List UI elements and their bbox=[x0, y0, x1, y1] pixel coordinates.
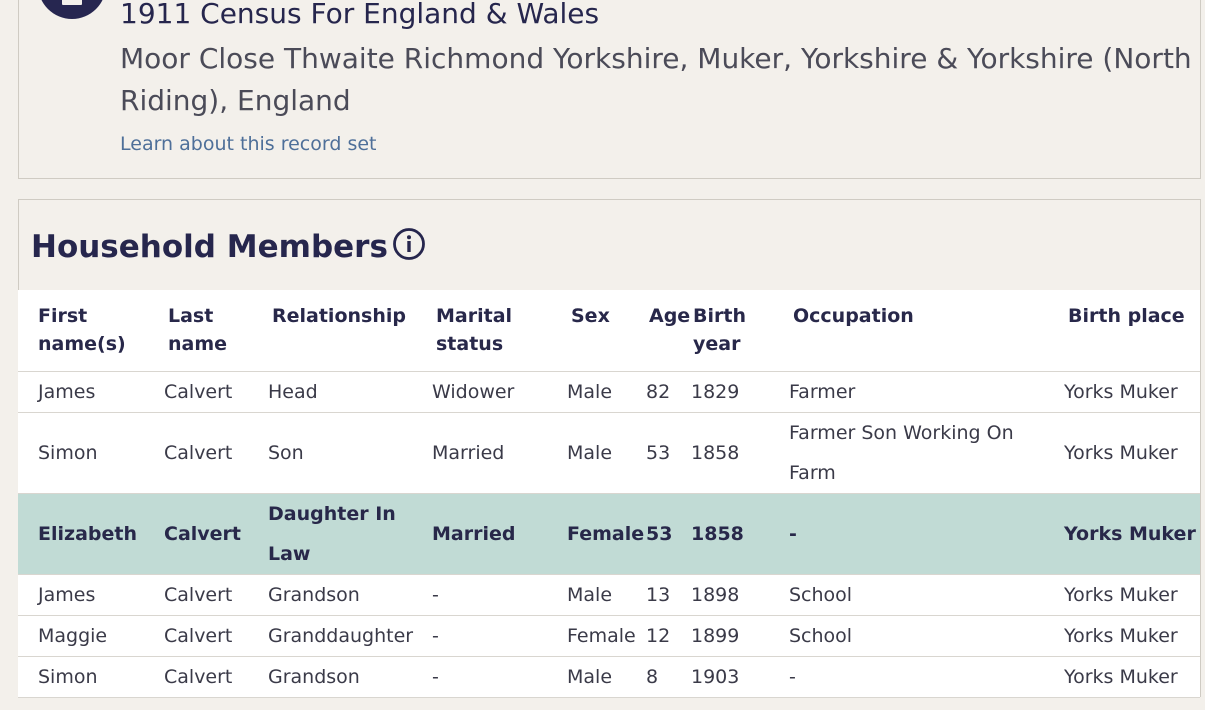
table-row[interactable]: Simon Calvert Grandson - Male 8 1903 - Y… bbox=[18, 656, 1200, 698]
cell-relationship: Grandson bbox=[268, 574, 432, 616]
cell-occupation: School bbox=[789, 574, 1064, 616]
household-members-title: Household Members bbox=[31, 229, 388, 265]
cell-age: 8 bbox=[646, 656, 691, 698]
column-header-sex: Sex bbox=[567, 290, 646, 372]
household-members-table-wrapper: First name(s) Last name Relationship Mar… bbox=[18, 290, 1200, 698]
cell-age: 13 bbox=[646, 574, 691, 616]
cell-marital-status: - bbox=[432, 615, 567, 657]
cell-relationship: Daughter In Law bbox=[268, 493, 432, 575]
cell-marital-status: - bbox=[432, 574, 567, 616]
column-header-marital-status: Marital status bbox=[432, 290, 567, 372]
cell-sex: Male bbox=[567, 371, 646, 413]
column-header-birth-place: Birth place bbox=[1064, 290, 1200, 372]
cell-marital-status: - bbox=[432, 656, 567, 698]
column-header-birth-year: Birth year bbox=[691, 290, 789, 372]
table-header-row: First name(s) Last name Relationship Mar… bbox=[18, 290, 1200, 372]
cell-sex: Female bbox=[567, 493, 646, 575]
cell-first-name: Simon bbox=[18, 412, 164, 494]
cell-last-name: Calvert bbox=[164, 371, 268, 413]
cell-first-name: Simon bbox=[18, 656, 164, 698]
cell-birth-year: 1898 bbox=[691, 574, 789, 616]
cell-birth-place: Yorks Muker bbox=[1064, 574, 1200, 616]
cell-last-name: Calvert bbox=[164, 615, 268, 657]
cell-age: 12 bbox=[646, 615, 691, 657]
cell-relationship: Grandson bbox=[268, 656, 432, 698]
cell-birth-place: Yorks Muker bbox=[1064, 615, 1200, 657]
cell-birth-year: 1903 bbox=[691, 656, 789, 698]
cell-first-name: James bbox=[18, 574, 164, 616]
cell-birth-place: Yorks Muker bbox=[1064, 371, 1200, 413]
cell-sex: Female bbox=[567, 615, 646, 657]
cell-relationship: Granddaughter bbox=[268, 615, 432, 657]
cell-age: 82 bbox=[646, 371, 691, 413]
column-header-relationship: Relationship bbox=[268, 290, 432, 372]
cell-occupation: School bbox=[789, 615, 1064, 657]
cell-last-name: Calvert bbox=[164, 574, 268, 616]
table-row[interactable]: Simon Calvert Son Married Male 53 1858 F… bbox=[18, 412, 1200, 494]
column-header-occupation: Occupation bbox=[789, 290, 1064, 372]
record-summary-card: 1911 Census For England & Wales Moor Clo… bbox=[18, 0, 1201, 179]
household-members-table: First name(s) Last name Relationship Mar… bbox=[18, 290, 1200, 698]
table-row[interactable]: James Calvert Head Widower Male 82 1829 … bbox=[18, 371, 1200, 413]
cell-occupation: Farmer bbox=[789, 371, 1064, 413]
household-members-section: Household Members First name(s) Last nam… bbox=[18, 199, 1201, 698]
column-header-last-name: Last name bbox=[164, 290, 268, 372]
table-row[interactable]: James Calvert Grandson - Male 13 1898 Sc… bbox=[18, 574, 1200, 616]
cell-sex: Male bbox=[567, 656, 646, 698]
cell-birth-year: 1899 bbox=[691, 615, 789, 657]
cell-birth-place: Yorks Muker bbox=[1064, 412, 1200, 494]
cell-last-name: Calvert bbox=[164, 656, 268, 698]
record-location: Moor Close Thwaite Richmond Yorkshire, M… bbox=[120, 42, 1192, 117]
cell-age: 53 bbox=[646, 493, 691, 575]
cell-birth-year: 1858 bbox=[691, 412, 789, 494]
cell-occupation: - bbox=[789, 493, 1064, 575]
learn-about-record-set-link[interactable]: Learn about this record set bbox=[120, 130, 376, 158]
cell-sex: Male bbox=[567, 574, 646, 616]
cell-birth-year: 1829 bbox=[691, 371, 789, 413]
cell-marital-status: Widower bbox=[432, 371, 567, 413]
info-icon[interactable] bbox=[392, 227, 426, 261]
column-header-age: Age bbox=[646, 290, 691, 372]
cell-occupation: - bbox=[789, 656, 1064, 698]
cell-birth-year: 1858 bbox=[691, 493, 789, 575]
record-title: 1911 Census For England & Wales bbox=[120, 0, 600, 30]
cell-last-name: Calvert bbox=[164, 412, 268, 494]
cell-relationship: Son bbox=[268, 412, 432, 494]
cell-marital-status: Married bbox=[432, 493, 567, 575]
cell-marital-status: Married bbox=[432, 412, 567, 494]
cell-last-name: Calvert bbox=[164, 493, 268, 575]
cell-first-name: Elizabeth bbox=[18, 493, 164, 575]
record-set-icon bbox=[38, 0, 106, 19]
cell-first-name: Maggie bbox=[18, 615, 164, 657]
cell-relationship: Head bbox=[268, 371, 432, 413]
table-row-selected[interactable]: Elizabeth Calvert Daughter In Law Marrie… bbox=[18, 493, 1200, 575]
cell-birth-place: Yorks Muker bbox=[1064, 493, 1200, 575]
cell-age: 53 bbox=[646, 412, 691, 494]
cell-sex: Male bbox=[567, 412, 646, 494]
cell-first-name: James bbox=[18, 371, 164, 413]
column-header-first-names: First name(s) bbox=[18, 290, 164, 372]
cell-occupation: Farmer Son Working On Farm bbox=[789, 412, 1064, 494]
table-row[interactable]: Maggie Calvert Granddaughter - Female 12… bbox=[18, 615, 1200, 657]
cell-birth-place: Yorks Muker bbox=[1064, 656, 1200, 698]
